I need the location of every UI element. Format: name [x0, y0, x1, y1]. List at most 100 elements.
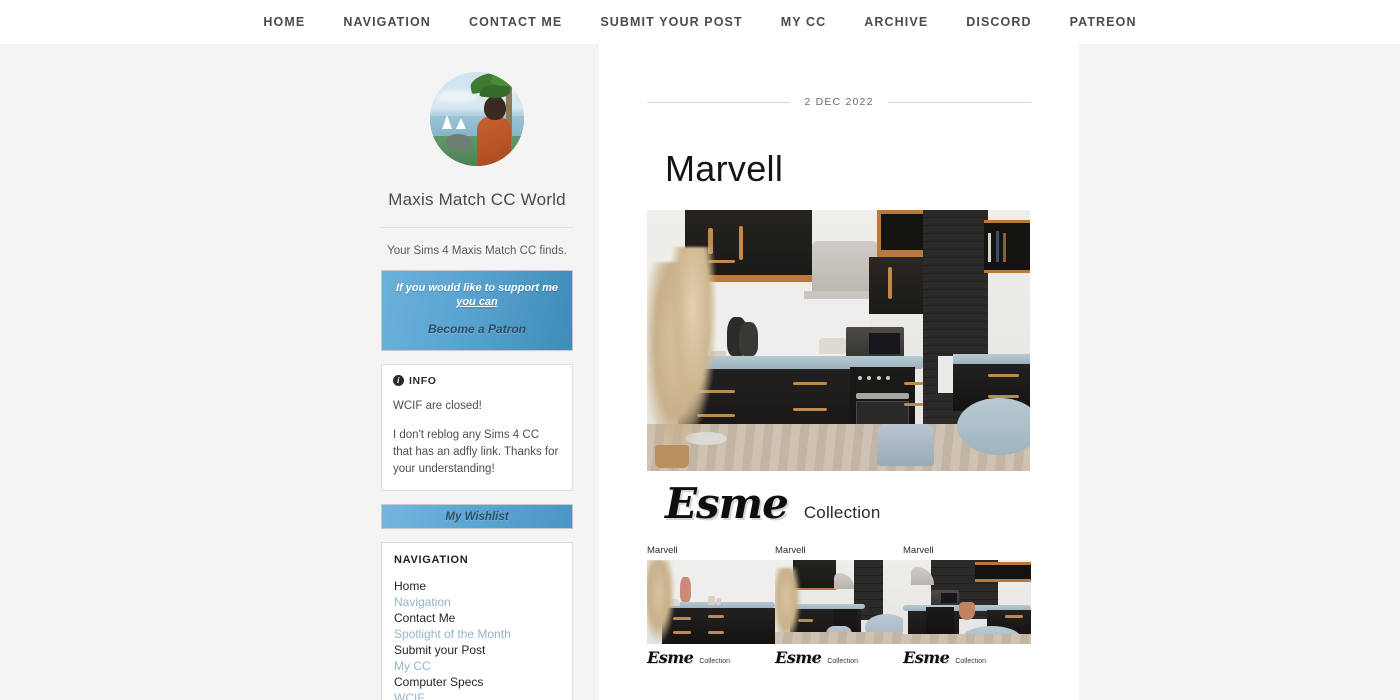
nav-item-my-cc[interactable]: MY CC — [762, 15, 846, 29]
thumbnail-brand-suffix: Collection — [827, 658, 859, 665]
thumb-jar — [716, 597, 722, 606]
thumb-pitcher — [959, 602, 975, 621]
thumbnail-image[interactable] — [903, 560, 1031, 644]
patron-banner-line1a: If you would like to support me — [396, 282, 558, 294]
info-paragraph-2: I don't reblog any Sims 4 CC that has an… — [393, 429, 559, 475]
thumbnail-image[interactable] — [775, 560, 903, 644]
become-a-patron-banner[interactable]: If you would like to support me you can … — [381, 270, 573, 351]
hero-drawer-handle — [903, 382, 923, 386]
hero-oven-knob — [857, 375, 862, 380]
thumb-floor — [775, 632, 903, 644]
hero-book — [987, 233, 991, 263]
site-title: Maxis Match CC World — [388, 190, 566, 209]
thumbnail-title: Marvell — [647, 545, 678, 556]
hero-drawer-handle — [987, 374, 1019, 378]
sidebar-nav-item-spotlight-of-the-month[interactable]: Spotlight of the Month — [394, 627, 560, 643]
avatar-rock — [446, 134, 472, 150]
page-body: Maxis Match CC World Your Sims 4 Maxis M… — [0, 44, 1400, 700]
hero-microwave-window — [869, 332, 900, 354]
sidebar-nav-item-my-cc[interactable]: My CC — [394, 659, 560, 675]
thumb-cabinets — [662, 607, 775, 644]
info-paragraph-1: WCIF are closed! — [393, 399, 482, 412]
thumb-floor — [903, 633, 1031, 644]
navigation-widget-heading: NAVIGATION — [394, 554, 469, 567]
sidebar-nav-item-computer-specs[interactable]: Computer Specs — [394, 675, 560, 691]
thumb-microwave-window — [941, 592, 957, 603]
top-navigation-bar: HOME NAVIGATION CONTACT ME SUBMIT YOUR P… — [0, 0, 1400, 44]
brand-suffix: Collection — [803, 503, 881, 522]
hero-drawer-handle — [903, 403, 923, 407]
brand-row: Esme Collection — [665, 483, 1031, 525]
info-heading: i INFO — [393, 375, 561, 387]
thumb-pampas — [647, 560, 676, 644]
thumbnail-brand: Esme Collection — [647, 650, 775, 666]
thumbnail-item[interactable]: Marvell Esme Collection — [775, 545, 903, 666]
info-circle-icon: i — [393, 375, 404, 386]
sidebar: Maxis Match CC World Your Sims 4 Maxis M… — [355, 44, 599, 700]
hero-oven-knob — [876, 375, 881, 380]
site-tagline: Your Sims 4 Maxis Match CC finds. — [387, 245, 567, 257]
thumb-handle — [708, 615, 724, 619]
thumbnail-item[interactable]: Marvell Esme Collection — [647, 545, 775, 666]
hero-oven-knob — [867, 375, 872, 380]
nav-item-submit-your-post[interactable]: SUBMIT YOUR POST — [581, 15, 761, 29]
hero-vase — [654, 444, 690, 469]
hero-book — [1003, 233, 1007, 263]
post-date-row: 2 DEC 2022 — [647, 96, 1032, 108]
hero-image[interactable] — [647, 210, 1030, 471]
hero-drawer-handle — [792, 408, 827, 412]
thumbnail-brand-suffix: Collection — [955, 658, 987, 665]
page-title: Marvell — [665, 148, 784, 189]
avatar-sailboat-icon — [456, 118, 466, 129]
main-content: 2 DEC 2022 Marvell Esme Collection Marve… — [599, 44, 1079, 700]
nav-item-navigation[interactable]: NAVIGATION — [324, 15, 450, 29]
thumbnail-title: Marvell — [775, 545, 806, 556]
avatar-sailboat-icon — [442, 115, 452, 129]
thumbnail-brand: Esme Collection — [775, 650, 903, 666]
nav-item-contact-me[interactable]: CONTACT ME — [450, 15, 581, 29]
patron-banner-line1: If you would like to support me you can — [392, 282, 562, 310]
info-box: i INFO WCIF are closed! I don't reblog a… — [381, 363, 573, 492]
thumbnail-title: Marvell — [903, 545, 934, 556]
nav-item-home[interactable]: HOME — [244, 15, 324, 29]
hero-upper-cabinet-right — [869, 256, 923, 315]
navigation-widget: NAVIGATION Home Navigation Contact Me Sp… — [381, 542, 573, 700]
sidebar-nav-item-home[interactable]: Home — [394, 579, 560, 595]
thumbnail-row: Marvell Esme Collection Marvell Esme Col… — [647, 545, 1031, 666]
thumbnail-brand: Esme Collection — [903, 650, 1031, 666]
thumbnail-brand-name: Esme — [647, 648, 694, 667]
hero-cabinet-handle — [738, 225, 743, 260]
patron-widget: If you would like to support me you can … — [381, 270, 573, 351]
sidebar-nav-item-navigation[interactable]: Navigation — [394, 595, 560, 611]
nav-item-patreon[interactable]: PATREON — [1051, 15, 1156, 29]
hero-pot — [819, 337, 847, 354]
post-date: 2 DEC 2022 — [804, 96, 874, 108]
my-wishlist-button[interactable]: My Wishlist — [381, 504, 573, 530]
thumbnail-image[interactable] — [647, 560, 775, 644]
info-widget: i INFO WCIF are closed! I don't reblog a… — [381, 363, 573, 492]
thumb-decor — [680, 576, 691, 602]
hero-drawer-handle — [792, 382, 827, 386]
hero-pampas-grass — [669, 246, 716, 425]
thumb-oven — [926, 607, 955, 638]
patron-banner-cta[interactable]: Become a Patron — [392, 322, 562, 336]
thumbnail-item[interactable]: Marvell Esme Collection — [903, 545, 1031, 666]
sidebar-nav-item-submit-your-post[interactable]: Submit your Post — [394, 643, 560, 659]
thumb-handle — [708, 630, 724, 634]
right-gutter — [1079, 44, 1400, 700]
sidebar-nav-item-contact-me[interactable]: Contact Me — [394, 611, 560, 627]
navigation-list: Home Navigation Contact Me Spotlight of … — [394, 579, 560, 700]
hero-oven-handle — [855, 392, 910, 400]
hero-towel — [938, 356, 954, 393]
info-heading-label: INFO — [409, 374, 437, 387]
avatar-person-body — [477, 116, 511, 166]
date-rule-right — [887, 101, 1032, 103]
avatar[interactable] — [430, 72, 524, 166]
nav-item-discord[interactable]: DISCORD — [947, 15, 1050, 29]
nav-item-archive[interactable]: ARCHIVE — [845, 15, 947, 29]
hero-cabinet-handle — [888, 267, 893, 299]
hero-right-shelf — [984, 220, 1030, 273]
thumbnail-brand-name: Esme — [903, 648, 950, 667]
hero-cutting-board — [738, 322, 759, 357]
sidebar-nav-item-wcif[interactable]: WCIF — [394, 691, 560, 700]
